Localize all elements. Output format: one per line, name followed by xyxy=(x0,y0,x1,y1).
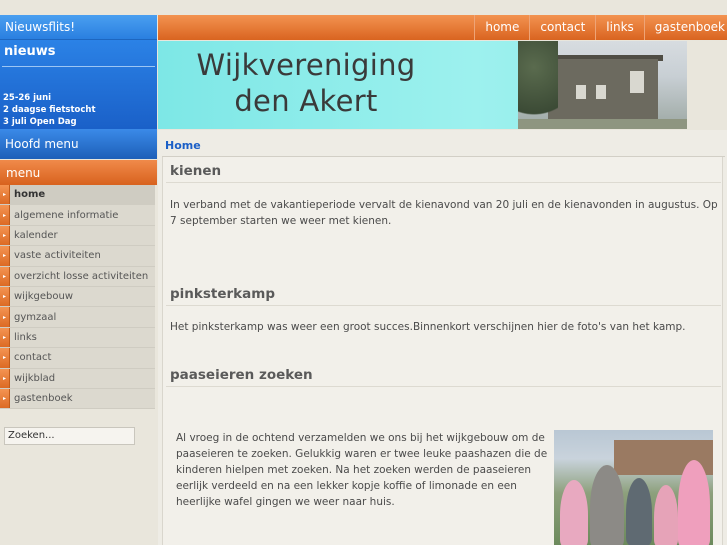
photo-tree xyxy=(518,41,558,129)
menu-item-label: links xyxy=(14,331,37,343)
menu-bullet-icon: ▸ xyxy=(0,327,10,348)
menu-item-label: contact xyxy=(14,352,52,364)
photo-window xyxy=(576,85,586,99)
news-divider xyxy=(2,66,155,67)
menu-bullet-icon: ▸ xyxy=(0,388,10,409)
news-title: nieuws xyxy=(4,44,56,59)
menu-item-label: overzicht losse activiteiten xyxy=(14,270,149,282)
photo-window xyxy=(596,85,606,99)
nav-item-contact[interactable]: contact xyxy=(529,15,595,40)
news-box: nieuws 25-26 juni 2 daagse fietstocht 3 … xyxy=(0,40,157,129)
section-title: paaseieren zoeken xyxy=(170,367,313,383)
menu-bullet-icon: ▸ xyxy=(0,246,10,266)
main-content: Home kienen In verband met de vakantiepe… xyxy=(158,130,727,545)
nav-item-gastenboek[interactable]: gastenboek xyxy=(643,15,727,40)
site-title-line: Wijkvereniging xyxy=(196,48,416,82)
photo-bunny xyxy=(590,465,624,545)
news-item: 25-26 juni xyxy=(3,93,52,103)
menu-item-wijkblad[interactable]: ▸ wijkblad xyxy=(0,368,155,389)
photo-window xyxy=(630,71,644,93)
menu-item-gastenboek[interactable]: ▸ gastenboek xyxy=(0,388,155,410)
content-panel: kienen In verband met de vakantieperiode… xyxy=(162,157,723,545)
news-ticker[interactable]: 25-26 juni 2 daagse fietstocht 3 juli Op… xyxy=(3,92,96,128)
menu-item-wijkgebouw[interactable]: ▸ wijkgebouw xyxy=(0,286,155,308)
main-menu-header: Hoofd menu xyxy=(0,129,157,159)
section-title: pinksterkamp xyxy=(170,286,276,302)
menu-item-label: gastenboek xyxy=(14,393,73,405)
section-divider xyxy=(166,305,721,306)
sidebar: Nieuwsflits! nieuws 25-26 juni 2 daagse … xyxy=(0,15,157,545)
menu-bullet-icon: ▸ xyxy=(0,205,10,225)
photo-child xyxy=(626,478,652,545)
menu-bullet-icon: ▸ xyxy=(0,286,10,307)
menu-item-label: vaste activiteiten xyxy=(14,250,101,262)
menu-bullet-icon: ▸ xyxy=(0,225,10,246)
search-box xyxy=(4,423,135,445)
menu-item-label: wijkblad xyxy=(14,372,56,384)
menu-item-contact[interactable]: ▸ contact xyxy=(0,348,155,369)
easter-photo xyxy=(554,430,713,545)
menu-item-home[interactable]: ▸ home xyxy=(0,185,155,206)
menu-item-kalender[interactable]: ▸ kalender xyxy=(0,225,155,247)
menu-header: menu xyxy=(0,159,157,185)
menu-bullet-icon: ▸ xyxy=(0,368,10,388)
nav-item-links[interactable]: links xyxy=(595,15,643,40)
news-flash-header: Nieuwsflits! xyxy=(0,15,157,40)
section-divider xyxy=(166,182,721,183)
section-text: Het pinksterkamp was weer een groot succ… xyxy=(170,321,686,333)
menu-bullet-icon: ▸ xyxy=(0,307,10,327)
menu-item-label: wijkgebouw xyxy=(14,291,74,303)
nav-item-home[interactable]: home xyxy=(474,15,529,40)
menu-item-algemene-informatie[interactable]: ▸ algemene informatie xyxy=(0,205,155,226)
menu-item-label: kalender xyxy=(14,229,58,241)
menu-bullet-icon: ▸ xyxy=(0,185,10,205)
breadcrumb[interactable]: Home xyxy=(165,139,201,152)
site-title-line: den Akert xyxy=(234,84,378,118)
menu-bullet-icon: ▸ xyxy=(0,348,10,368)
menu-item-links[interactable]: ▸ links xyxy=(0,327,155,349)
photo-child xyxy=(654,485,678,545)
menu-item-losse-activiteiten[interactable]: ▸ overzicht losse activiteiten xyxy=(0,266,155,287)
news-item: 2 daagse fietstocht xyxy=(3,105,96,115)
section-text: In verband met de vakantieperiode verval… xyxy=(170,199,718,227)
building-photo xyxy=(518,41,687,129)
menu-item-vaste-activiteiten[interactable]: ▸ vaste activiteiten xyxy=(0,246,155,267)
menu-item-gymzaal[interactable]: ▸ gymzaal xyxy=(0,307,155,328)
photo-ground xyxy=(518,119,687,129)
top-nav: home contact links gastenboek xyxy=(158,15,727,40)
section-divider xyxy=(166,386,721,387)
photo-child xyxy=(560,480,588,545)
top-band xyxy=(0,0,727,15)
menu-item-label: home xyxy=(14,189,46,201)
menu-bullet-icon: ▸ xyxy=(0,266,10,286)
section-text: Al vroeg in de ochtend verzamelden we on… xyxy=(176,432,548,508)
section-title: kienen xyxy=(170,163,222,179)
news-item: 3 juli Open Dag xyxy=(3,117,77,127)
menu-item-label: gymzaal xyxy=(14,311,57,323)
menu-list: ▸ home ▸ algemene informatie ▸ kalender ▸ va… xyxy=(0,185,157,410)
site-title: Wijkvereniging den Akert xyxy=(188,47,424,119)
photo-bunny xyxy=(678,460,710,545)
search-input[interactable] xyxy=(4,426,135,445)
menu-item-label: algemene informatie xyxy=(14,209,119,221)
header-banner: Wijkvereniging den Akert xyxy=(158,41,687,129)
